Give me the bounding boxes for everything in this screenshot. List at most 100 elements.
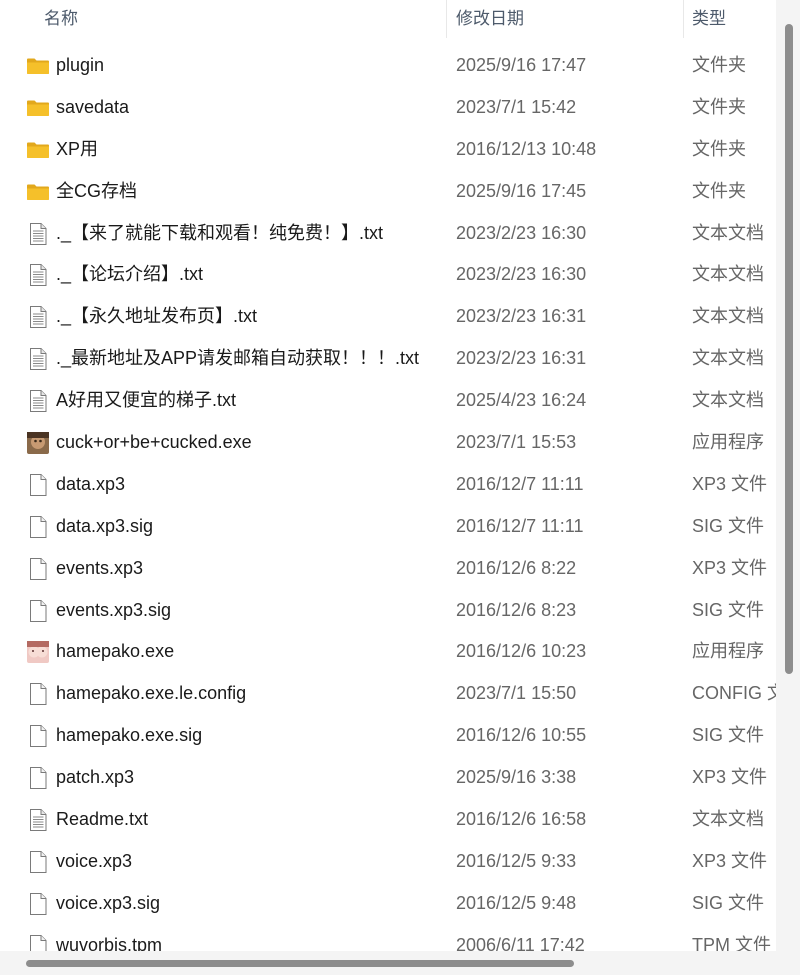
file-row[interactable]: events.xp3.sig 2016/12/6 8:23 SIG 文件: [0, 590, 776, 632]
file-type: 文件夹: [692, 180, 746, 201]
file-row[interactable]: XP用 2016/12/13 10:48 文件夹: [0, 129, 776, 171]
file-list: plugin 2025/9/16 17:47 文件夹 savedata 2023/7/1…: [0, 45, 776, 967]
file-type: 文本文档: [692, 348, 764, 369]
file-name[interactable]: plugin: [56, 45, 104, 87]
file-date-modified: 2025/9/16 3:38: [456, 767, 577, 788]
file-name[interactable]: XP用: [56, 129, 98, 171]
file-type: 文本文档: [692, 306, 764, 327]
sort-ascending-icon: ⌃: [234, 0, 245, 9]
app-exe-icon-2: [26, 640, 50, 664]
blank-file-icon: [26, 892, 50, 916]
file-name[interactable]: voice.xp3.sig: [56, 883, 160, 925]
file-date-modified: 2025/4/23 16:24: [456, 390, 587, 411]
file-explorer-window: ⌃ 名称 修改日期 类型 plugin 2025/9/16 17:47 文件夹 sav…: [0, 0, 800, 975]
file-date-modified: 2025/9/16 17:45: [456, 180, 587, 201]
file-name[interactable]: hamepako.exe.sig: [56, 715, 202, 757]
file-name[interactable]: ._【来了就能下载和观看！纯免费！】.txt: [56, 213, 383, 255]
column-divider[interactable]: [683, 0, 684, 38]
file-name[interactable]: 全CG存档: [56, 171, 137, 213]
file-name[interactable]: patch.xp3: [56, 757, 134, 799]
column-header-bar: ⌃ 名称 修改日期 类型: [0, 0, 776, 38]
file-row[interactable]: ._【论坛介绍】.txt 2023/2/23 16:30 文本文档: [0, 254, 776, 296]
file-date-modified: 2016/12/6 8:23: [456, 599, 577, 620]
file-row[interactable]: savedata 2023/7/1 15:42 文件夹: [0, 87, 776, 129]
file-name[interactable]: data.xp3: [56, 464, 125, 506]
file-type: 文件夹: [692, 138, 746, 159]
file-date-modified: 2023/7/1 15:53: [456, 432, 577, 453]
file-date-modified: 2023/2/23 16:31: [456, 348, 587, 369]
text-file-icon: [26, 808, 50, 832]
column-header-type[interactable]: 类型: [692, 0, 726, 38]
file-name[interactable]: hamepako.exe.le.config: [56, 673, 246, 715]
file-row[interactable]: data.xp3.sig 2016/12/7 11:11 SIG 文件: [0, 506, 776, 548]
file-name[interactable]: savedata: [56, 87, 129, 129]
file-type: XP3 文件: [692, 473, 768, 494]
file-row[interactable]: hamepako.exe.le.config 2023/7/1 15:50 CONF…: [0, 673, 776, 715]
file-type: SIG 文件: [692, 892, 765, 913]
file-name[interactable]: hamepako.exe: [56, 631, 174, 673]
file-row[interactable]: events.xp3 2016/12/6 8:22 XP3 文件: [0, 548, 776, 590]
file-date-modified: 2023/2/23 16:31: [456, 306, 587, 327]
file-date-modified: 2016/12/6 8:22: [456, 557, 577, 578]
app-exe-icon: [26, 431, 50, 455]
file-date-modified: 2016/12/7 11:11: [456, 473, 584, 494]
vertical-scrollbar-thumb[interactable]: [785, 24, 793, 674]
file-date-modified: 2023/2/23 16:30: [456, 264, 587, 285]
column-divider[interactable]: [446, 0, 447, 38]
folder-icon: [26, 54, 50, 78]
file-row[interactable]: ._【永久地址发布页】.txt 2023/2/23 16:31 文本文档: [0, 296, 776, 338]
file-name[interactable]: events.xp3.sig: [56, 590, 171, 632]
file-row[interactable]: Readme.txt 2016/12/6 16:58 文本文档: [0, 799, 776, 841]
file-type: CONFIG 文件: [692, 683, 776, 704]
file-row[interactable]: data.xp3 2016/12/7 11:11 XP3 文件: [0, 464, 776, 506]
file-name[interactable]: A好用又便宜的梯子.txt: [56, 380, 236, 422]
column-header-date-modified[interactable]: 修改日期: [456, 0, 524, 38]
text-file-icon: [26, 389, 50, 413]
file-type: SIG 文件: [692, 515, 765, 536]
file-type: 文件夹: [692, 96, 746, 117]
file-name[interactable]: Readme.txt: [56, 799, 148, 841]
text-file-icon: [26, 263, 50, 287]
file-row[interactable]: 全CG存档 2025/9/16 17:45 文件夹: [0, 171, 776, 213]
file-name[interactable]: cuck+or+be+cucked.exe: [56, 422, 252, 464]
file-date-modified: 2016/12/6 10:55: [456, 725, 587, 746]
blank-file-icon: [26, 557, 50, 581]
file-date-modified: 2016/12/5 9:33: [456, 850, 577, 871]
file-type: SIG 文件: [692, 599, 765, 620]
file-date-modified: 2016/12/13 10:48: [456, 138, 597, 159]
file-name[interactable]: data.xp3.sig: [56, 506, 153, 548]
file-date-modified: 2016/12/6 10:23: [456, 641, 587, 662]
horizontal-scrollbar-thumb[interactable]: [26, 960, 574, 967]
file-type: 应用程序: [692, 641, 764, 662]
file-type: 文件夹: [692, 55, 746, 75]
file-row[interactable]: A好用又便宜的梯子.txt 2025/4/23 16:24 文本文档: [0, 380, 776, 422]
file-row[interactable]: voice.xp3 2016/12/5 9:33 XP3 文件: [0, 841, 776, 883]
file-type: 文本文档: [692, 264, 764, 285]
file-row[interactable]: hamepako.exe 2016/12/6 10:23 应用程序: [0, 631, 776, 673]
file-name[interactable]: voice.xp3: [56, 841, 132, 883]
file-name[interactable]: ._最新地址及APP请发邮箱自动获取！！！.txt: [56, 338, 419, 380]
file-type: XP3 文件: [692, 850, 768, 871]
text-file-icon: [26, 347, 50, 371]
blank-file-icon: [26, 473, 50, 497]
file-name[interactable]: events.xp3: [56, 548, 143, 590]
file-type: SIG 文件: [692, 725, 765, 746]
file-row[interactable]: hamepako.exe.sig 2016/12/6 10:55 SIG 文件: [0, 715, 776, 757]
file-date-modified: 2016/12/5 9:48: [456, 892, 577, 913]
folder-icon: [26, 96, 50, 120]
column-header-name[interactable]: 名称: [44, 0, 78, 38]
folder-icon: [26, 138, 50, 162]
file-row[interactable]: cuck+or+be+cucked.exe 2023/7/1 15:53 应用程序: [0, 422, 776, 464]
blank-file-icon: [26, 766, 50, 790]
file-date-modified: 2016/12/6 16:58: [456, 809, 587, 830]
file-date-modified: 2023/7/1 15:42: [456, 96, 577, 117]
file-row[interactable]: voice.xp3.sig 2016/12/5 9:48 SIG 文件: [0, 883, 776, 925]
file-row[interactable]: patch.xp3 2025/9/16 3:38 XP3 文件: [0, 757, 776, 799]
file-date-modified: 2023/2/23 16:30: [456, 222, 587, 243]
file-name[interactable]: ._【论坛介绍】.txt: [56, 254, 203, 296]
file-row[interactable]: ._【来了就能下载和观看！纯免费！】.txt 2023/2/23 16:30 文本文…: [0, 213, 776, 255]
folder-icon: [26, 180, 50, 204]
file-row[interactable]: plugin 2025/9/16 17:47 文件夹: [0, 45, 776, 87]
file-name[interactable]: ._【永久地址发布页】.txt: [56, 296, 257, 338]
file-row[interactable]: ._最新地址及APP请发邮箱自动获取！！！.txt 2023/2/23 16:31…: [0, 338, 776, 380]
